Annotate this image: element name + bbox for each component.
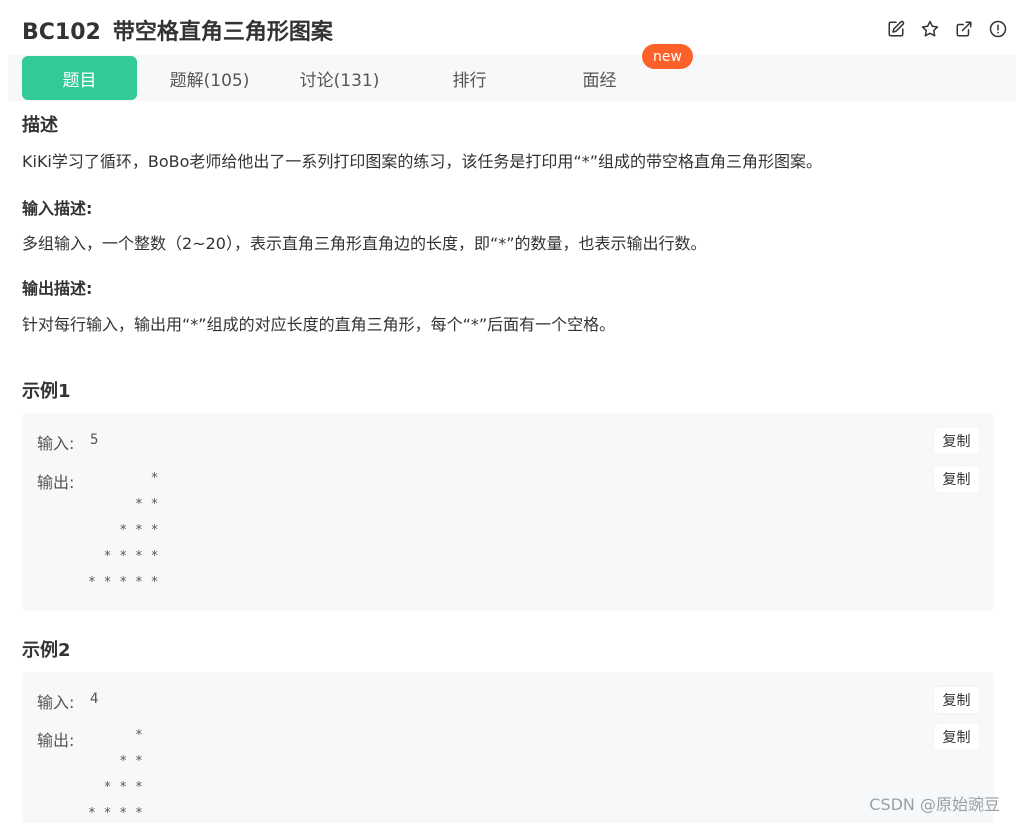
example-2-input-value: 4 <box>90 691 99 707</box>
input-desc-text: 多组输入，一个整数（2~20），表示直角三角形直角边的长度，即“*”的数量，也表… <box>22 234 707 253</box>
example-1-output-value: * * * * * * * * * * * * * * * <box>88 471 159 590</box>
example-1-input-value: 5 <box>90 432 99 448</box>
example-2-panel: 输入: 4 复制 输出: * * * * * * * * * * 复制 <box>22 672 994 823</box>
example-1-panel: 输入: 5 复制 输出: * * * * * * * * * * * * * *… <box>22 413 994 611</box>
problem-page: BC102 带空格直角三角形图案 题目 题解(105) 讨论(131) 排行 面… <box>0 0 1016 823</box>
output-desc-text: 针对每行输入，输出用“*”组成的对应长度的直角三角形，每个“*”后面有一个空格。 <box>22 315 616 334</box>
tab-bar: 题目 题解(105) 讨论(131) 排行 面经 <box>8 55 1016 101</box>
input-desc-heading: 输入描述: <box>22 199 93 218</box>
example-1-input-copy-button[interactable]: 复制 <box>934 428 979 454</box>
example-2-input-copy-button[interactable]: 复制 <box>934 687 979 713</box>
tab-interview[interactable]: 面经 <box>542 56 657 100</box>
tab-solutions[interactable]: 题解(105) <box>152 56 267 100</box>
header-actions <box>886 19 1008 39</box>
description-text: KiKi学习了循环，BoBo老师给他出了一系列打印图案的练习，该任务是打印用“*… <box>22 152 822 171</box>
example-1-output-label: 输出: <box>37 473 75 492</box>
report-icon[interactable] <box>988 19 1008 39</box>
description-heading: 描述 <box>22 115 58 136</box>
example-2-output-label: 输出: <box>37 731 75 750</box>
tab-problem[interactable]: 题目 <box>22 56 137 100</box>
output-desc-heading: 输出描述: <box>22 279 93 298</box>
star-icon[interactable] <box>920 19 940 39</box>
example-1-input-label: 输入: <box>37 434 75 453</box>
problem-title: 带空格直角三角形图案 <box>112 20 333 45</box>
new-badge: new <box>642 44 693 69</box>
example-2-output-copy-button[interactable]: 复制 <box>934 724 979 750</box>
example-1-output-copy-button[interactable]: 复制 <box>934 466 979 492</box>
external-link-icon[interactable] <box>954 19 974 39</box>
example-2-output-value: * * * * * * * * * * <box>88 728 143 821</box>
tab-discussion[interactable]: 讨论(131) <box>282 56 397 100</box>
example-2-input-label: 输入: <box>37 693 75 712</box>
tab-ranking[interactable]: 排行 <box>412 56 527 100</box>
watermark: CSDN @原始豌豆 <box>869 795 1000 814</box>
problem-code: BC102 <box>22 20 101 45</box>
example-1-heading: 示例1 <box>22 381 71 402</box>
page-title: BC102 带空格直角三角形图案 <box>22 14 333 46</box>
example-2-heading: 示例2 <box>22 640 71 661</box>
edit-icon[interactable] <box>886 19 906 39</box>
